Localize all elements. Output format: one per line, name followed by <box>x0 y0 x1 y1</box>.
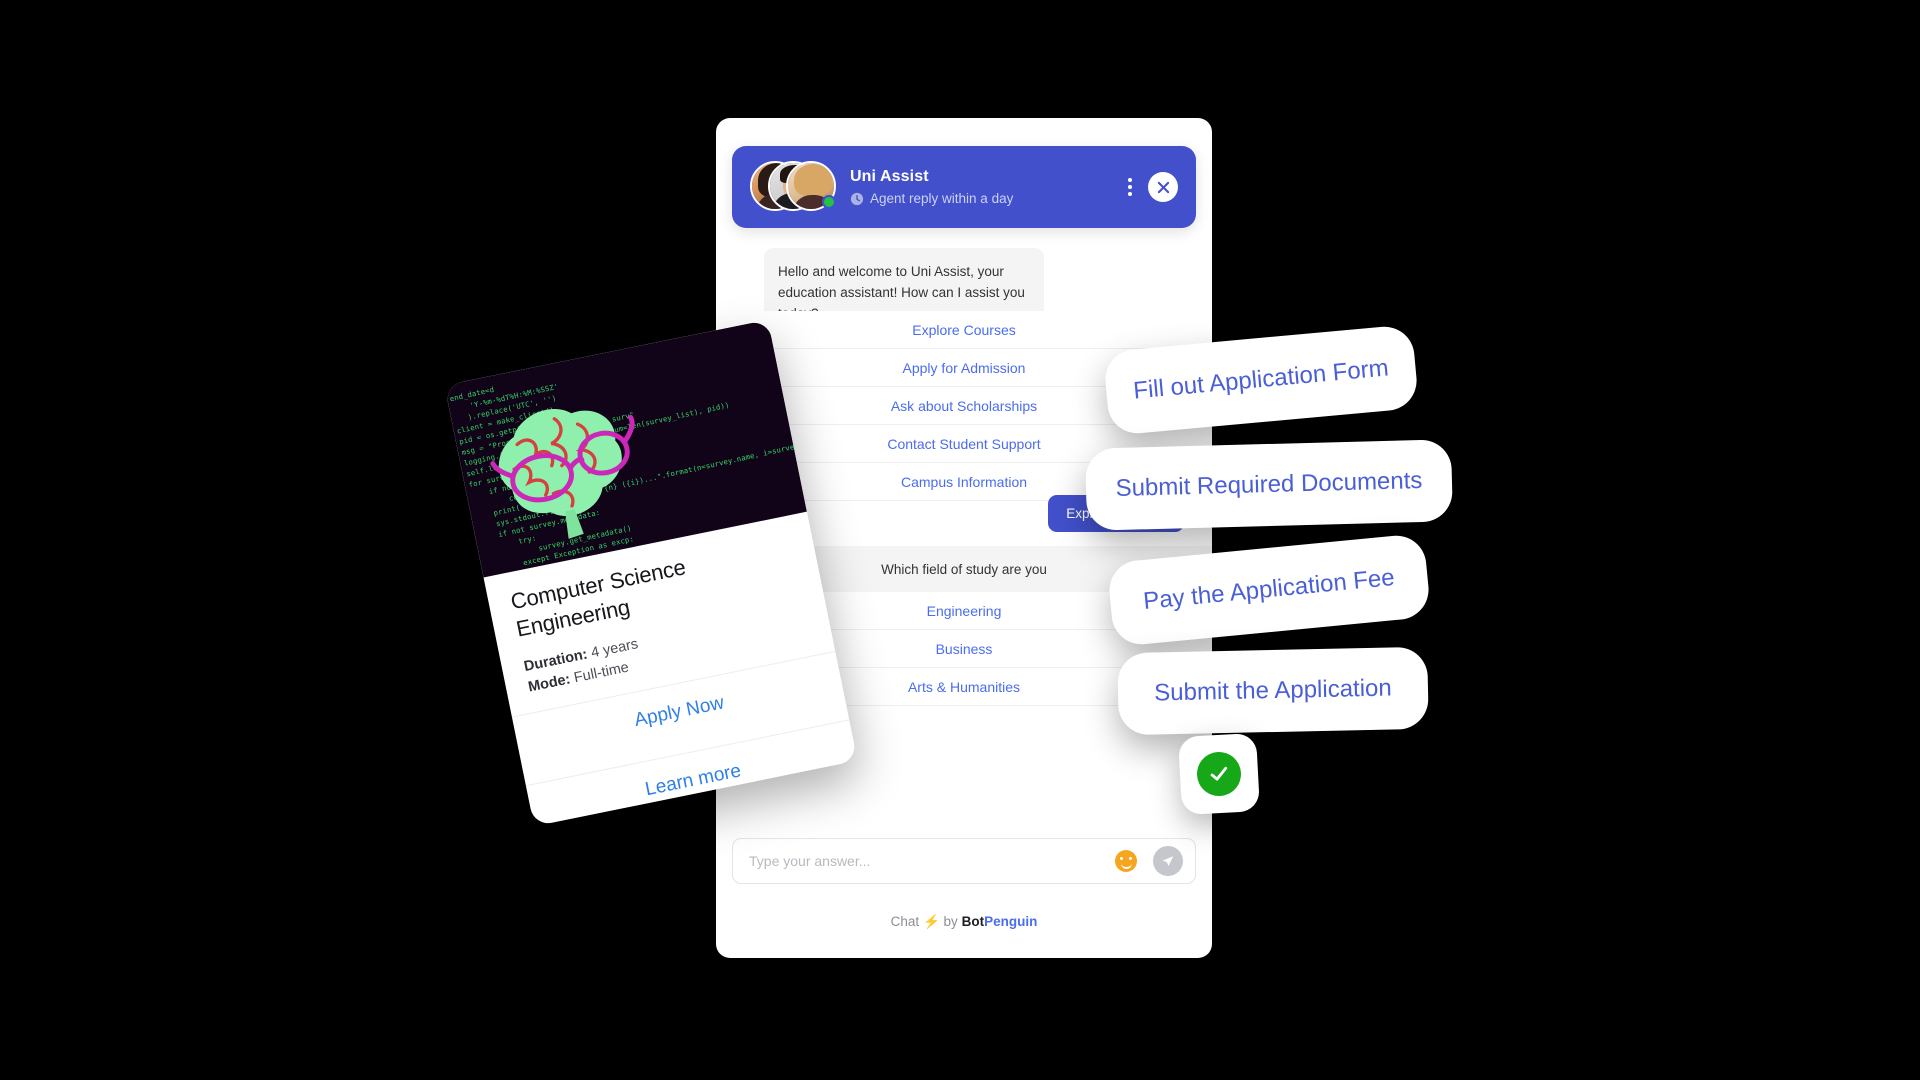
screenshot-stage: Uni Assist Agent reply within a day Hell… <box>0 0 1920 1080</box>
check-glyph <box>1210 766 1228 781</box>
footer-chat-label: Chat <box>890 914 920 929</box>
brand-name-first: Bot <box>961 914 985 929</box>
flow-step-pill[interactable]: Submit the Application <box>1117 646 1429 736</box>
send-button[interactable] <box>1153 846 1183 876</box>
clock-icon <box>850 192 864 205</box>
brand-name-second: Penguin <box>984 914 1038 929</box>
close-icon[interactable] <box>1148 172 1178 202</box>
header-actions <box>1122 172 1178 202</box>
message-input[interactable] <box>749 853 1115 869</box>
footer-by-label: by <box>943 914 958 929</box>
quick-reply-option[interactable]: Explore Courses <box>716 311 1212 349</box>
chat-header: Uni Assist Agent reply within a day <box>732 146 1196 228</box>
flow-step-pill[interactable]: Submit Required Documents <box>1084 439 1454 531</box>
online-status-dot <box>822 195 836 209</box>
message-composer <box>732 838 1196 884</box>
header-text-block: Uni Assist Agent reply within a day <box>850 167 1122 207</box>
emoji-smiley-icon[interactable] <box>1115 850 1137 872</box>
chat-footer-branding: Chat ⚡ by BotPenguin <box>716 914 1212 930</box>
chat-status: Agent reply within a day <box>850 190 1122 207</box>
agent-avatar-group <box>750 161 836 213</box>
chat-title: Uni Assist <box>850 168 929 185</box>
brain-illustration <box>490 409 635 539</box>
send-paper-plane-icon <box>1162 856 1174 867</box>
green-check-icon <box>1195 750 1243 798</box>
chat-status-label: Agent reply within a day <box>870 191 1014 206</box>
success-badge <box>1178 733 1260 815</box>
close-x-glyph <box>1157 181 1169 193</box>
kebab-menu-icon[interactable] <box>1122 174 1134 200</box>
bolt-icon: ⚡ <box>922 914 940 929</box>
